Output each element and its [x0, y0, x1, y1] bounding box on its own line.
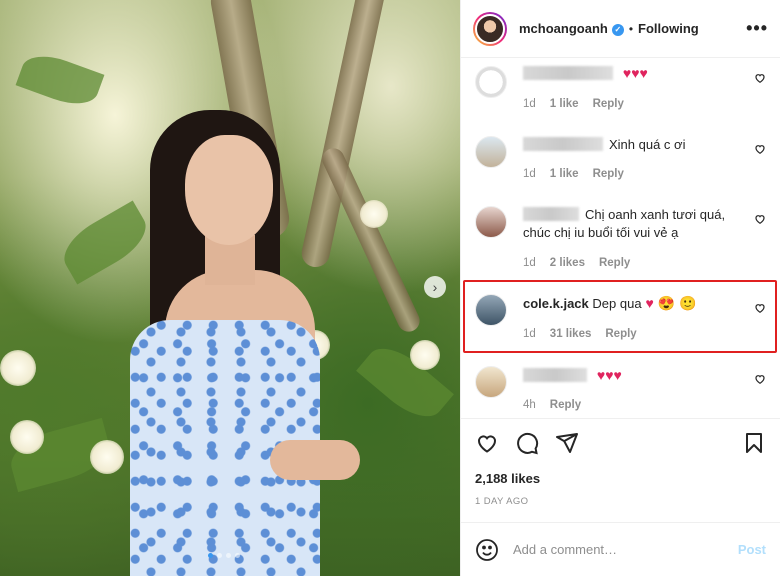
like-button[interactable]: [475, 431, 499, 458]
heart-icon: [755, 145, 765, 154]
leaf: [15, 47, 105, 113]
commenter-avatar[interactable]: [475, 294, 507, 326]
bookmark-icon: [746, 433, 762, 453]
reply-button[interactable]: Reply: [605, 328, 636, 340]
comment-emoji: ♥♥♥: [619, 65, 648, 81]
heart-icon: [755, 74, 765, 83]
comment-icon: [517, 432, 539, 455]
comment-age: 1d: [523, 328, 536, 340]
blurred-username: [523, 137, 603, 151]
flower: [0, 350, 36, 386]
following-button[interactable]: Following: [638, 21, 699, 36]
commenter-avatar[interactable]: [475, 366, 507, 398]
flower: [10, 420, 44, 454]
post-timestamp: 1 DAY AGO: [475, 496, 529, 507]
slide-dot: [217, 553, 222, 558]
action-bar: [461, 418, 780, 470]
heart-icon: [477, 435, 497, 453]
comment-likes[interactable]: 2 likes: [550, 257, 585, 269]
flower: [360, 200, 388, 228]
comment-meta: 1d 1 like Reply: [523, 168, 638, 180]
comment-like-button[interactable]: [754, 72, 766, 87]
comment-meta: 1d 31 likes Reply: [523, 328, 651, 340]
reply-button[interactable]: Reply: [599, 257, 630, 269]
comment-age: 1d: [523, 168, 536, 180]
comment-text: ♥♥♥: [523, 64, 740, 83]
more-options-button[interactable]: •••: [746, 18, 768, 39]
leaf: [54, 200, 156, 285]
commenter-username[interactable]: cole.k.jack: [523, 296, 589, 311]
author-username[interactable]: mchoangoanh ✓: [519, 21, 624, 36]
verified-icon: ✓: [611, 24, 624, 36]
post-header: mchoangoanh ✓ • Following •••: [461, 0, 780, 58]
comment-age: 1d: [523, 257, 536, 269]
comment-emoji: ♥ 😍 🙂: [641, 295, 697, 311]
comment-text: cole.k.jack Dep qua ♥ 😍 🙂: [523, 294, 740, 313]
comment-body: Dep qua: [592, 296, 642, 311]
separator: •: [628, 21, 634, 36]
flower: [410, 340, 440, 370]
comment-likes[interactable]: 1 like: [550, 98, 579, 110]
person-hands: [270, 440, 360, 480]
highlight-box: [463, 280, 777, 353]
comment-body: Xinh quá c ơi: [609, 137, 686, 152]
heart-icon: [755, 375, 765, 384]
comments-list[interactable]: ♥♥♥ 1d 1 like Reply Xinh quá c ơi 1d 1 like Rep…: [461, 58, 780, 418]
slide-dot: [226, 553, 231, 558]
comment-likes[interactable]: 1 like: [550, 168, 579, 180]
comment-meta: 1d 1 like Reply: [523, 98, 638, 110]
comment-text: Xinh quá c ơi: [523, 136, 740, 154]
comment-like-button[interactable]: [754, 302, 766, 317]
reply-button[interactable]: Reply: [550, 399, 581, 411]
smile-icon[interactable]: [475, 538, 499, 562]
reply-button[interactable]: Reply: [593, 168, 624, 180]
next-slide-button[interactable]: ›: [424, 276, 446, 298]
comment-age: 1d: [523, 98, 536, 110]
comment-button[interactable]: [515, 431, 539, 458]
slide-indicator: [208, 553, 240, 558]
reply-button[interactable]: Reply: [593, 98, 624, 110]
post-photo[interactable]: ›: [0, 0, 460, 576]
comment-likes[interactable]: 31 likes: [550, 328, 592, 340]
blurred-username: [523, 207, 579, 221]
comment-age: 4h: [523, 399, 536, 411]
heart-icon: [755, 215, 765, 224]
chevron-right-icon: ›: [432, 279, 438, 295]
blurred-username: [523, 66, 613, 80]
commenter-avatar[interactable]: [475, 66, 507, 98]
comment-like-button[interactable]: [754, 213, 766, 228]
comment-emoji: ♥♥♥: [593, 367, 622, 383]
heart-icon: [755, 304, 765, 313]
comment-like-button[interactable]: [754, 143, 766, 158]
commenter-avatar[interactable]: [475, 136, 507, 168]
comment-meta: 4h Reply: [523, 399, 595, 411]
likes-count[interactable]: 2,188 likes: [475, 471, 540, 486]
commenter-avatar[interactable]: [475, 206, 507, 238]
person-face: [185, 135, 273, 245]
blurred-username: [523, 368, 587, 382]
post-comment-button[interactable]: Post: [738, 542, 766, 557]
slide-dot: [235, 553, 240, 558]
slide-dot: [208, 553, 213, 558]
share-button[interactable]: [555, 431, 579, 458]
add-comment-bar: Add a comment… Post: [461, 522, 780, 576]
comment-like-button[interactable]: [754, 373, 766, 388]
flower: [90, 440, 124, 474]
comment-text: Chị oanh xanh tươi quá, chúc chị iu buổi…: [523, 206, 740, 242]
tree-trunk: [318, 144, 424, 336]
comment-meta: 1d 2 likes Reply: [523, 257, 644, 269]
save-button[interactable]: [742, 431, 766, 458]
comment-text: ♥♥♥: [523, 366, 740, 385]
share-icon: [556, 433, 578, 453]
author-avatar[interactable]: [473, 11, 507, 46]
post-panel: mchoangoanh ✓ • Following ••• ♥♥♥ 1d 1 like…: [460, 0, 780, 576]
comment-input[interactable]: Add a comment…: [513, 542, 617, 557]
